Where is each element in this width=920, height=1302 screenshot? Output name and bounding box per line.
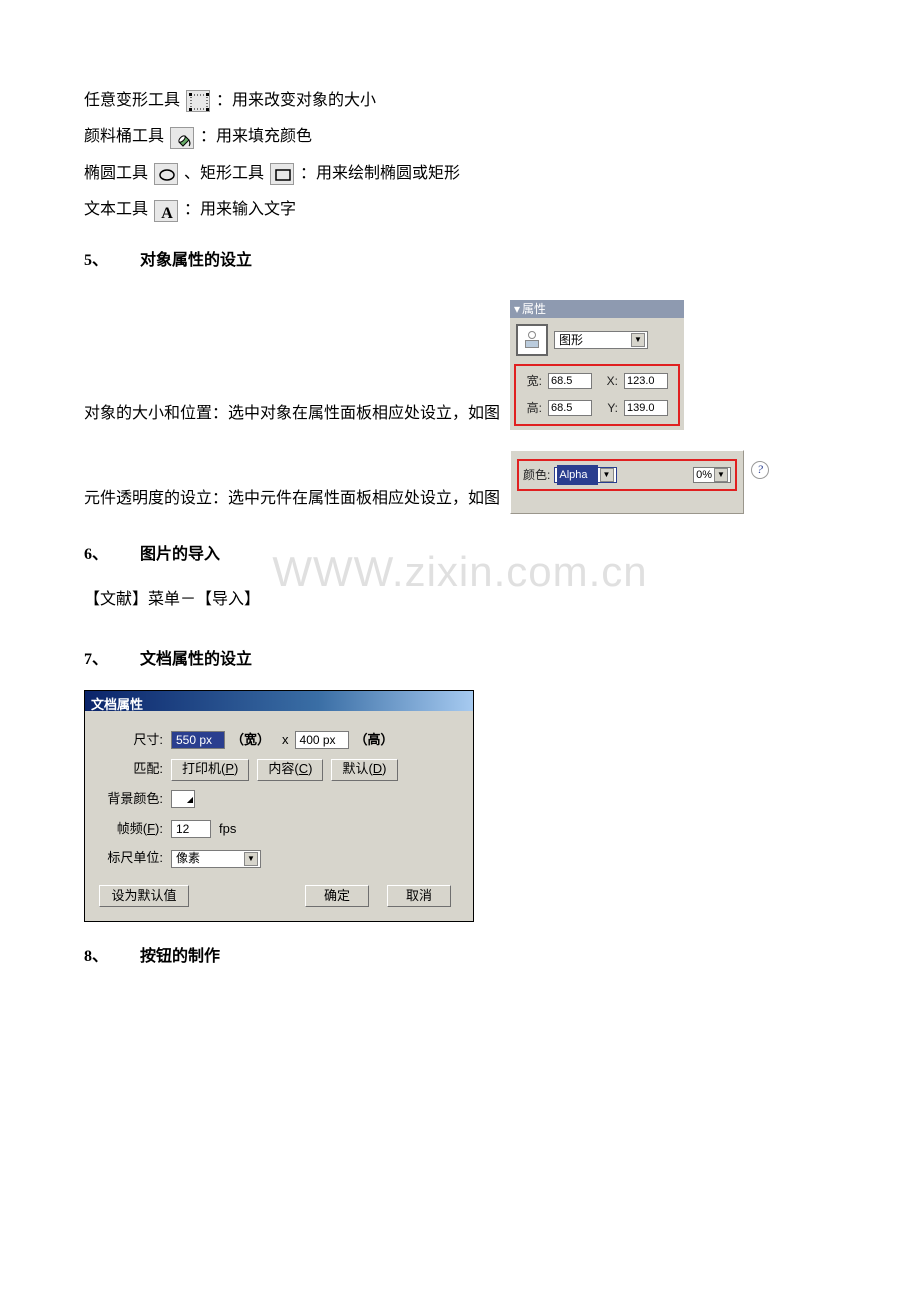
alpha-percent-field[interactable]: 0% ▼ [693,467,731,483]
text: 元件透明度的设立：选中元件在属性面板相应处设立，如图 [84,484,500,514]
x-label: X: [598,370,618,393]
height-label: 高: [520,397,542,420]
color-alpha-panel: 颜色: Alpha ▼ 0% ▼ ? [510,450,744,515]
text: ：用来绘制椭圆或矩形 [300,165,460,182]
alpha-line: 元件透明度的设立：选中元件在属性面板相应处设立，如图 颜色: Alpha ▼ 0… [84,450,836,515]
dropdown-value: 图形 [559,329,583,352]
text: 椭圆工具 [84,165,148,182]
tool-line-transform: 任意变形工具 ：用来改变对象的大小 [84,86,836,116]
text: 对象的大小和位置：选中对象在属性面板相应处设立，如图 [84,399,500,429]
height-paren: （高） [355,728,394,753]
width-label: 宽: [520,370,542,393]
ruler-label: 标尺单位: [99,846,171,871]
section-number: 6、 [84,540,136,570]
text: 文本工具 [84,201,148,218]
rectangle-tool-icon [270,163,294,185]
section-number: 8、 [84,942,136,972]
section-title: 按钮的制作 [140,948,220,965]
match-label: 匹配: [99,757,171,782]
color-mode-dropdown[interactable]: Alpha ▼ [554,467,616,483]
bgcolor-label: 背景颜色: [99,787,171,812]
chevron-down-icon: ▼ [600,468,614,482]
dimensions-row: 尺寸: 550 px （宽） x 400 px （高） [99,728,459,753]
set-default-button[interactable]: 设为默认值 [99,885,189,907]
tool-line-ovalrect: 椭圆工具 、矩形工具 ：用来绘制椭圆或矩形 [84,159,836,189]
dropdown-value: 像素 [176,847,200,870]
dropdown-value: Alpha [557,465,597,486]
help-icon[interactable]: ? [751,461,769,479]
free-transform-icon [186,90,210,112]
match-content-button[interactable]: 内容(C) [257,759,323,781]
size-label: 尺寸: [99,728,171,753]
instance-type-dropdown[interactable]: 图形 ▼ [554,331,648,349]
bgcolor-row: 背景颜色: ◢ [99,787,459,812]
y-label: Y: [598,397,618,420]
chevron-down-icon: ◢ [187,792,194,807]
panel-title: 属性 [522,302,546,316]
properties-panel-titlebar[interactable]: ▾属性 [510,300,684,318]
section-title: 对象属性的设立 [140,252,252,269]
text: ：用来填充颜色 [200,128,312,145]
width-paren: （宽） [231,728,270,753]
width-field[interactable]: 68.5 [548,373,592,389]
match-default-button[interactable]: 默认(D) [331,759,397,781]
size-position-line: 对象的大小和位置：选中对象在属性面板相应处设立，如图 ▾属性 图形 ▼ 宽: 6… [84,300,836,430]
text: ：用来输入文字 [184,201,296,218]
section-5-heading: 5、 对象属性的设立 [84,246,836,276]
text: 任意变形工具 [84,92,180,109]
height-input[interactable]: 400 px [295,731,349,749]
text: ：用来改变对象的大小 [216,92,376,109]
cancel-button[interactable]: 取消 [387,885,451,907]
section-6-heading: 6、 图片的导入 [84,540,836,570]
chevron-down-icon: ▼ [631,333,645,347]
svg-text:A: A [161,205,173,222]
tool-line-text: 文本工具 A ：用来输入文字 [84,195,836,225]
section-number: 5、 [84,246,136,276]
shape-type-icon [516,324,548,356]
section-number: 7、 [84,645,136,675]
section-8-heading: 8、 按钮的制作 [84,942,836,972]
section-title: 文档属性的设立 [140,651,252,668]
ruler-unit-dropdown[interactable]: 像素 ▼ [171,850,261,868]
dialog-button-row: 设为默认值 确定 取消 [99,885,459,907]
fps-label: 帧频(F): [99,817,171,842]
alpha-highlight: 颜色: Alpha ▼ 0% ▼ [517,459,737,492]
text: 、矩形工具 [184,165,264,182]
fps-row: 帧频(F): 12 fps [99,817,459,842]
height-field[interactable]: 68.5 [548,400,592,416]
match-printer-button[interactable]: 打印机(P) [171,759,249,781]
text-tool-icon: A [154,200,178,222]
paint-bucket-icon [170,127,194,149]
color-label: 颜色: [523,464,550,487]
chevron-down-icon: ▼ [714,468,728,482]
fps-input[interactable]: 12 [171,820,211,838]
dimensions-highlight: 宽: 68.5 X: 123.0 高: 68.5 Y: 139.0 [514,364,680,426]
document-properties-dialog: 文档属性 尺寸: 550 px （宽） x 400 px （高） 匹配: 打印机… [84,690,474,922]
properties-panel: ▾属性 图形 ▼ 宽: 68.5 X: 123.0 高: 68.5 Y: 139… [510,300,684,430]
ruler-row: 标尺单位: 像素 ▼ [99,846,459,871]
match-row: 匹配: 打印机(P) 内容(C) 默认(D) [99,757,459,782]
bg-color-swatch[interactable]: ◢ [171,790,195,808]
section-6-body: 【文献】菜单－【导入】 [84,585,836,615]
x-field[interactable]: 123.0 [624,373,668,389]
ok-button[interactable]: 确定 [305,885,369,907]
section-7-heading: 7、 文档属性的设立 [84,645,836,675]
dialog-titlebar[interactable]: 文档属性 [85,691,473,711]
oval-tool-icon [154,163,178,185]
tool-line-paintbucket: 颜料桶工具 ：用来填充颜色 [84,122,836,152]
text: 颜料桶工具 [84,128,164,145]
section-title: 图片的导入 [140,546,220,563]
collapse-triangle-icon[interactable]: ▾ [514,302,520,316]
y-field[interactable]: 139.0 [624,400,668,416]
fps-unit: fps [219,817,236,842]
times: x [282,728,289,753]
chevron-down-icon: ▼ [244,852,258,866]
percent-value: 0% [696,465,712,486]
width-input[interactable]: 550 px [171,731,225,749]
